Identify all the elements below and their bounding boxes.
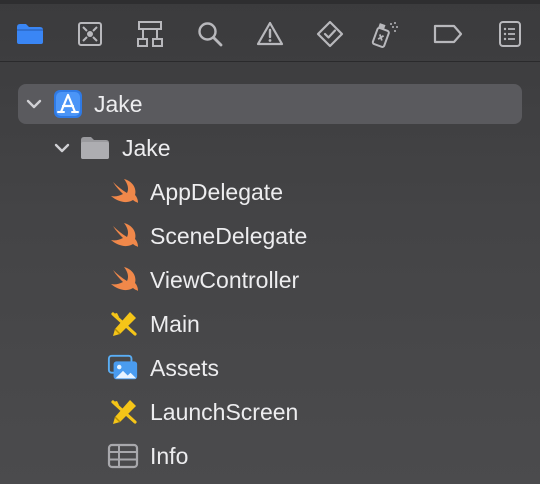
project-name-label: Jake — [94, 91, 143, 117]
folder-icon — [81, 137, 109, 159]
asset-catalog-icon — [107, 354, 138, 380]
xcode-project-icon — [54, 90, 82, 118]
test-diamond-icon — [316, 20, 344, 48]
folder-icon — [17, 24, 43, 44]
source-control-navigator-button[interactable] — [74, 18, 106, 50]
file-name-label: ViewController — [150, 267, 300, 293]
tree-row-file[interactable]: Assets — [0, 346, 540, 390]
chevron-down-icon[interactable] — [52, 138, 72, 158]
storyboard-icon — [111, 400, 137, 424]
tree-row-group[interactable]: Jake — [0, 126, 540, 170]
test-navigator-button[interactable] — [314, 18, 346, 50]
report-navigator-button[interactable] — [494, 18, 526, 50]
tree-row-file[interactable]: ViewController — [0, 258, 540, 302]
group-name-label: Jake — [122, 135, 171, 161]
issue-navigator-button[interactable] — [254, 18, 286, 50]
tree-row-file[interactable]: LaunchScreen — [0, 390, 540, 434]
tree-row-file[interactable]: SceneDelegate — [0, 214, 540, 258]
report-list-icon — [499, 21, 521, 47]
symbol-hierarchy-icon — [137, 21, 163, 47]
tree-row-project[interactable]: Jake — [0, 82, 540, 126]
find-navigator-button[interactable] — [194, 18, 226, 50]
swift-file-icon — [111, 179, 138, 203]
swift-file-icon — [111, 267, 138, 291]
spray-can-icon — [371, 22, 398, 48]
chevron-down-icon[interactable] — [24, 94, 44, 114]
file-name-label: LaunchScreen — [150, 399, 299, 425]
file-name-label: AppDelegate — [150, 179, 283, 205]
file-name-label: Assets — [150, 355, 220, 381]
storyboard-icon — [111, 312, 137, 336]
breakpoint-tag-icon — [433, 24, 463, 44]
tree-row-file[interactable]: Main — [0, 302, 540, 346]
navigator-selector-bar — [0, 4, 540, 62]
magnifier-icon — [198, 22, 223, 47]
swift-file-icon — [111, 223, 138, 247]
tree-row-file[interactable]: Info — [0, 434, 540, 478]
project-navigator-button[interactable] — [14, 18, 46, 50]
plist-table-icon — [107, 443, 139, 469]
breakpoint-navigator-button[interactable] — [432, 18, 464, 50]
file-name-label: Main — [150, 311, 200, 337]
debug-navigator-button[interactable] — [370, 18, 402, 50]
symbol-navigator-button[interactable] — [134, 18, 166, 50]
file-name-label: SceneDelegate — [150, 223, 308, 249]
source-control-icon — [78, 22, 102, 46]
tree-row-file[interactable]: AppDelegate — [0, 170, 540, 214]
file-name-label: Info — [150, 443, 189, 469]
warning-triangle-icon — [256, 21, 284, 46]
